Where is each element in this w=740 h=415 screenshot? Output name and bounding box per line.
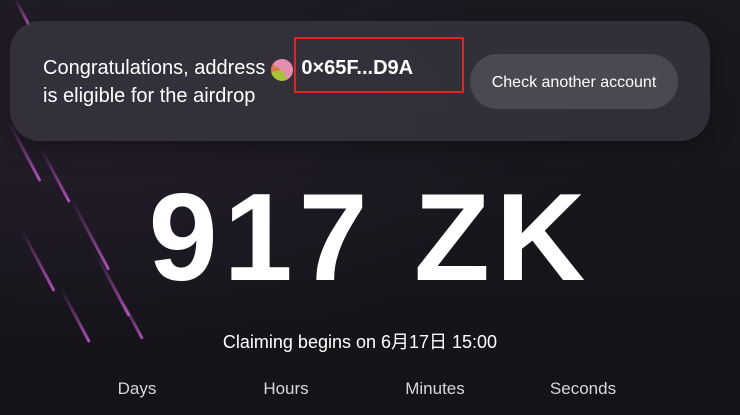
airdrop-amount: 917 ZK bbox=[148, 169, 592, 307]
claiming-start-text: Claiming begins on 6月17日 15:00 bbox=[222, 332, 498, 352]
wallet-avatar-icon bbox=[271, 58, 294, 81]
address-highlight-box bbox=[294, 37, 464, 93]
check-another-account-button[interactable]: Check another account bbox=[470, 54, 678, 109]
countdown-minutes-label: Minutes bbox=[405, 379, 465, 398]
eligibility-prefix: Congratulations, address bbox=[43, 57, 266, 79]
countdown-hours-label: Hours bbox=[263, 379, 309, 398]
eligibility-suffix: is eligible for the airdrop bbox=[43, 85, 256, 107]
countdown-days-label: Days bbox=[117, 379, 157, 398]
countdown-seconds-label: Seconds bbox=[549, 379, 617, 398]
